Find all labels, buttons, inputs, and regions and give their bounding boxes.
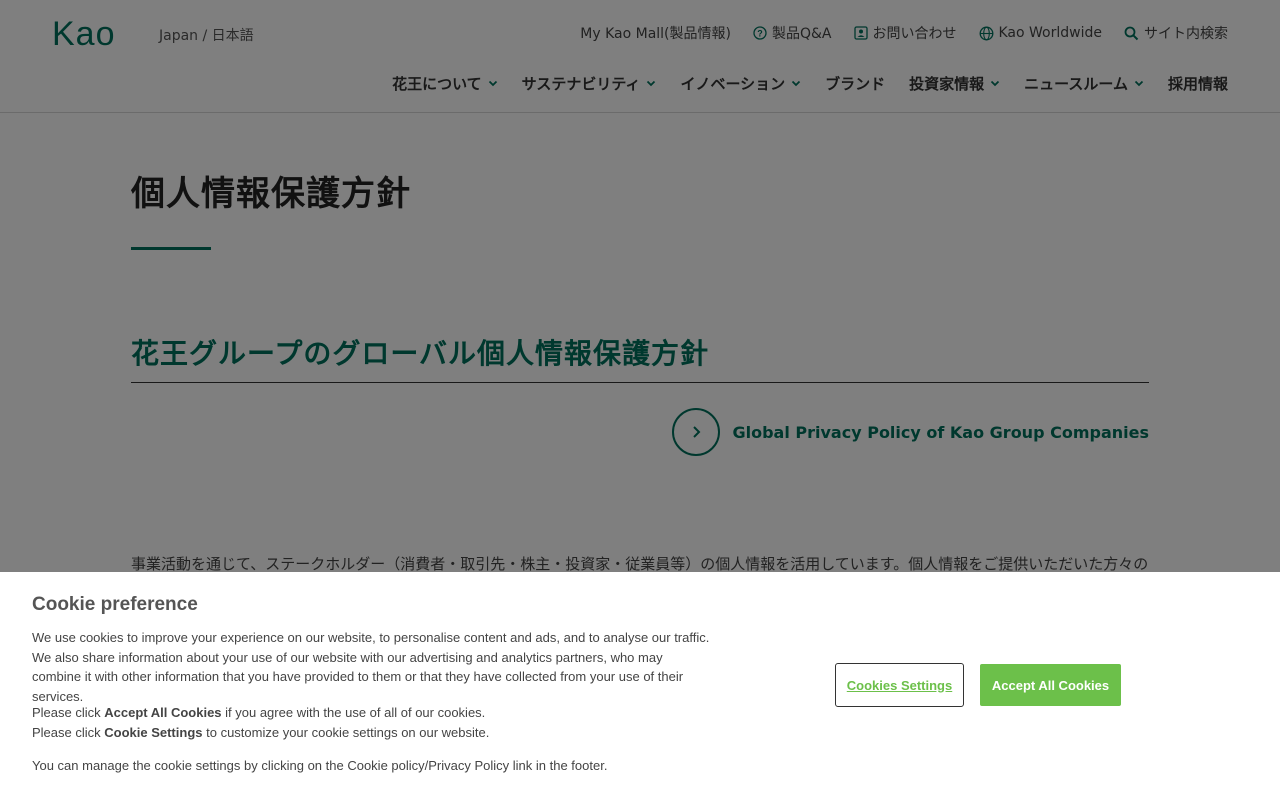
- cookie-banner: Cookie preference We use cookies to impr…: [0, 572, 1280, 800]
- accept-all-cookies-button[interactable]: Accept All Cookies: [980, 664, 1121, 706]
- cookie-accept-instruction: Please click Accept All Cookies if you a…: [32, 705, 486, 720]
- cookie-description: We use cookies to improve your experienc…: [32, 630, 710, 704]
- cookie-banner-title: Cookie preference: [32, 594, 198, 615]
- cookies-settings-button[interactable]: Cookies Settings: [835, 663, 964, 707]
- cookie-manage-note: You can manage the cookie settings by cl…: [32, 758, 608, 773]
- cookie-settings-instruction: Please click Cookie Settings to customiz…: [32, 725, 490, 740]
